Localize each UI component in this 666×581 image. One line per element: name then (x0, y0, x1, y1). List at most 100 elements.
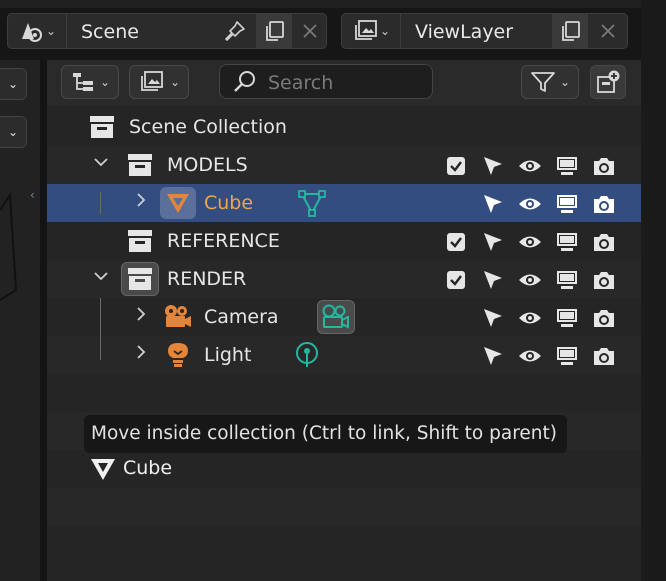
scene-collection-icon (90, 116, 114, 138)
collection-row-reference[interactable]: REFERENCE (47, 222, 641, 260)
monitor-icon (557, 347, 577, 365)
view-layer-close-button[interactable] (592, 14, 624, 48)
object-row-camera[interactable]: Camera (47, 298, 641, 336)
render-toggle[interactable] (592, 154, 616, 178)
scene-pin-button[interactable] (218, 16, 252, 46)
camera-data-button[interactable] (317, 300, 355, 334)
expand-arrow-icon[interactable] (133, 306, 149, 326)
viewport-toggle[interactable] (555, 192, 579, 216)
scene-new-button[interactable] (256, 14, 292, 48)
view-layer-selector: ⌄ ViewLayer (341, 13, 628, 49)
expand-arrow-icon[interactable] (133, 192, 149, 212)
search-input[interactable]: Search (219, 64, 433, 99)
expand-arrow-icon[interactable] (93, 154, 109, 174)
mesh-icon (91, 459, 115, 480)
collection-row-models[interactable]: MODELS (47, 146, 641, 184)
visibility-toggle[interactable] (518, 306, 542, 330)
select-toggle[interactable] (481, 154, 505, 178)
select-toggle[interactable] (481, 192, 505, 216)
checkbox-checked-icon (447, 157, 465, 175)
select-icon (484, 309, 502, 327)
chevron-down-icon: ⌄ (45, 24, 57, 38)
empty-row (47, 488, 641, 526)
visibility-toggle[interactable] (518, 192, 542, 216)
render-toggle[interactable] (592, 306, 616, 330)
search-icon (234, 71, 255, 92)
viewport-dropdown-2[interactable]: ⌄ (0, 116, 27, 148)
select-icon (484, 157, 502, 175)
monitor-icon (557, 309, 577, 327)
hierarchy-line (100, 192, 101, 214)
outliner-header: ⌄ ⌄ Search ⌄ (47, 60, 641, 106)
object-row-cube[interactable]: Cube (47, 184, 641, 222)
scene-collection-row[interactable]: Scene Collection (47, 108, 641, 146)
collection-row-render[interactable]: RENDER (47, 260, 641, 298)
scene-name[interactable]: Scene (81, 21, 139, 43)
eye-icon (519, 160, 541, 172)
scene-icon (21, 23, 42, 42)
view-layer-browse-button[interactable]: ⌄ (342, 14, 401, 48)
exclude-checkbox[interactable] (444, 268, 468, 292)
viewport-toggle[interactable] (555, 154, 579, 178)
filter-button[interactable]: ⌄ (521, 65, 579, 99)
chevron-right-icon (137, 307, 146, 321)
collapse-arrow-icon[interactable]: ‹ (30, 188, 35, 202)
close-icon (303, 24, 317, 38)
eye-icon (519, 198, 541, 210)
view-layer-name[interactable]: ViewLayer (415, 21, 513, 43)
select-toggle[interactable] (481, 344, 505, 368)
select-toggle[interactable] (481, 230, 505, 254)
render-toggle[interactable] (592, 230, 616, 254)
select-icon (484, 195, 502, 213)
right-edge (641, 0, 666, 581)
restriction-toggles (444, 306, 619, 330)
tooltip-text: Move inside collection (Ctrl to link, Sh… (91, 423, 557, 444)
scene-browse-button[interactable]: ⌄ (8, 14, 67, 48)
render-toggle[interactable] (592, 344, 616, 368)
new-collection-button[interactable] (590, 65, 626, 99)
active-collection-highlight (121, 262, 159, 296)
viewport-dropdown-1[interactable]: ⌄ (0, 68, 27, 100)
viewport-toggle[interactable] (555, 230, 579, 254)
expand-arrow-icon[interactable] (93, 268, 109, 288)
search-placeholder: Search (268, 72, 334, 94)
restriction-toggles (444, 154, 619, 178)
hierarchy-line (100, 298, 101, 336)
select-icon (484, 347, 502, 365)
drag-label: Cube (123, 457, 173, 479)
duplicate-icon (266, 21, 284, 41)
view-layer-mode-button[interactable]: ⌄ (129, 65, 189, 99)
monitor-icon (557, 195, 577, 213)
render-toggle[interactable] (592, 268, 616, 292)
object-row-light[interactable]: Light (47, 336, 641, 374)
top-strip (0, 0, 666, 8)
camera-render-icon (594, 158, 614, 175)
chevron-down-icon: ⌄ (379, 24, 391, 38)
restriction-toggles (444, 192, 619, 216)
select-toggle[interactable] (481, 306, 505, 330)
visibility-toggle[interactable] (518, 154, 542, 178)
exclude-checkbox[interactable] (444, 154, 468, 178)
scene-close-button[interactable] (294, 14, 326, 48)
expand-arrow-icon[interactable] (133, 344, 149, 364)
viewport-toggle[interactable] (555, 344, 579, 368)
viewport-toggle[interactable] (555, 306, 579, 330)
camera-object-icon (165, 305, 191, 327)
display-mode-button[interactable]: ⌄ (61, 65, 119, 99)
view-layer-new-button[interactable] (552, 14, 588, 48)
select-icon (484, 233, 502, 251)
viewport-wireframe (0, 191, 18, 301)
eye-icon (519, 236, 541, 248)
monitor-icon (557, 157, 577, 175)
select-toggle[interactable] (481, 268, 505, 292)
viewport-toggle[interactable] (555, 268, 579, 292)
visibility-toggle[interactable] (518, 230, 542, 254)
visibility-toggle[interactable] (518, 268, 542, 292)
checkbox-checked-icon (447, 271, 465, 289)
camera-render-icon (594, 310, 614, 327)
light-data-icon[interactable] (293, 340, 321, 370)
visibility-toggle[interactable] (518, 344, 542, 368)
render-toggle[interactable] (592, 192, 616, 216)
exclude-checkbox[interactable] (444, 230, 468, 254)
mesh-data-icon[interactable] (297, 188, 327, 218)
